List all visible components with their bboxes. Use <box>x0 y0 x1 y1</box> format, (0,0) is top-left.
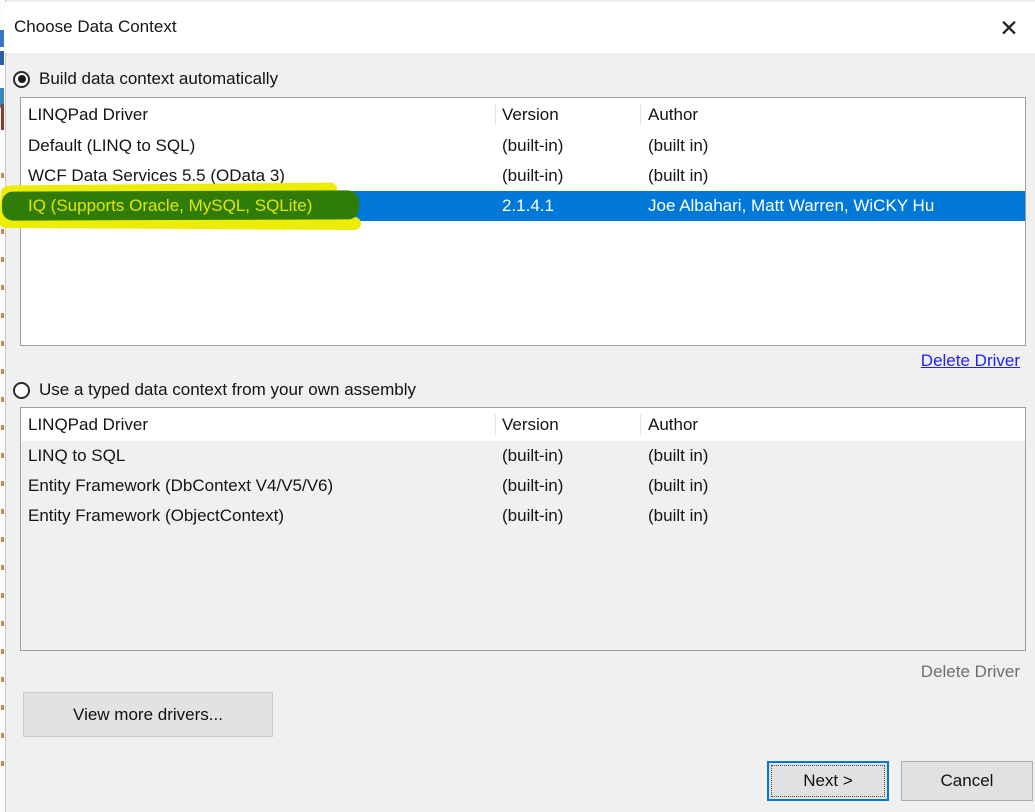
driver-author: (built in) <box>648 501 1025 531</box>
driver-row-ef-objectcontext[interactable]: Entity Framework (ObjectContext) (built-… <box>21 501 1025 531</box>
delete-driver-link-disabled: Delete Driver <box>921 662 1020 682</box>
title-bar: Choose Data Context ✕ <box>5 2 1035 53</box>
driver-author: (built in) <box>648 471 1025 501</box>
column-header-version[interactable]: Version <box>502 105 648 125</box>
edge-mark <box>0 30 4 47</box>
driver-version: (built-in) <box>502 441 648 471</box>
radio-build-auto[interactable]: Build data context automatically <box>13 69 278 89</box>
edge-mark <box>0 51 4 65</box>
header-separator <box>495 414 496 435</box>
radio-button-icon[interactable] <box>13 382 30 399</box>
column-header-driver[interactable]: LINQPad Driver <box>28 105 502 125</box>
header-separator <box>495 104 496 125</box>
driver-row-ef-dbcontext[interactable]: Entity Framework (DbContext V4/V5/V6) (b… <box>21 471 1025 501</box>
close-button[interactable]: ✕ <box>993 12 1025 44</box>
driver-author: (built in) <box>648 161 1025 191</box>
column-header-version[interactable]: Version <box>502 415 648 435</box>
driver-author: (built in) <box>648 441 1025 471</box>
delete-driver-link[interactable]: Delete Driver <box>921 351 1020 371</box>
driver-name: Entity Framework (DbContext V4/V5/V6) <box>28 471 502 501</box>
radio-typed-context-label: Use a typed data context from your own a… <box>39 380 416 400</box>
auto-driver-list: LINQPad Driver Version Author Default (L… <box>20 97 1026 346</box>
driver-version: 2.1.4.1 <box>502 191 648 221</box>
dialog-title: Choose Data Context <box>14 2 177 52</box>
driver-name: WCF Data Services 5.5 (OData 3) <box>28 161 502 191</box>
typed-driver-list: LINQPad Driver Version Author LINQ to SQ… <box>20 407 1026 651</box>
next-button[interactable]: Next > <box>767 761 889 801</box>
edge-mark <box>1 104 4 130</box>
driver-name: Entity Framework (ObjectContext) <box>28 501 502 531</box>
driver-row-iq-selected[interactable]: IQ (Supports Oracle, MySQL, SQLite) 2.1.… <box>21 191 1025 221</box>
driver-version: (built-in) <box>502 471 648 501</box>
choose-data-context-dialog: Choose Data Context ✕ Build data context… <box>0 0 1035 812</box>
view-more-drivers-button[interactable]: View more drivers... <box>23 692 273 737</box>
header-separator <box>640 414 641 435</box>
driver-version: (built-in) <box>502 501 648 531</box>
driver-name: IQ (Supports Oracle, MySQL, SQLite) <box>28 191 502 221</box>
next-button-label: Next > <box>803 771 853 790</box>
typed-list-header: LINQPad Driver Version Author <box>21 408 1025 441</box>
driver-version: (built-in) <box>502 161 648 191</box>
driver-version: (built-in) <box>502 131 648 161</box>
driver-name: Default (LINQ to SQL) <box>28 131 502 161</box>
column-header-author[interactable]: Author <box>648 415 1025 435</box>
background-window-edge <box>0 0 6 812</box>
radio-button-icon[interactable] <box>13 71 30 88</box>
radio-typed-context[interactable]: Use a typed data context from your own a… <box>13 380 416 400</box>
close-icon: ✕ <box>999 15 1018 41</box>
cancel-button[interactable]: Cancel <box>901 761 1033 801</box>
auto-list-header: LINQPad Driver Version Author <box>21 98 1025 131</box>
driver-row-linq-to-sql[interactable]: LINQ to SQL (built-in) (built in) <box>21 441 1025 471</box>
driver-author: (built in) <box>648 131 1025 161</box>
radio-build-auto-label: Build data context automatically <box>39 69 278 89</box>
edge-dots <box>1 150 4 770</box>
driver-name: LINQ to SQL <box>28 441 502 471</box>
driver-row-default-linq-to-sql[interactable]: Default (LINQ to SQL) (built-in) (built … <box>21 131 1025 161</box>
driver-author: Joe Albahari, Matt Warren, WiCKY Hu <box>648 191 1025 221</box>
column-header-author[interactable]: Author <box>648 105 1025 125</box>
column-header-driver[interactable]: LINQPad Driver <box>28 415 502 435</box>
header-separator <box>640 104 641 125</box>
driver-row-wcf-data-services[interactable]: WCF Data Services 5.5 (OData 3) (built-i… <box>21 161 1025 191</box>
